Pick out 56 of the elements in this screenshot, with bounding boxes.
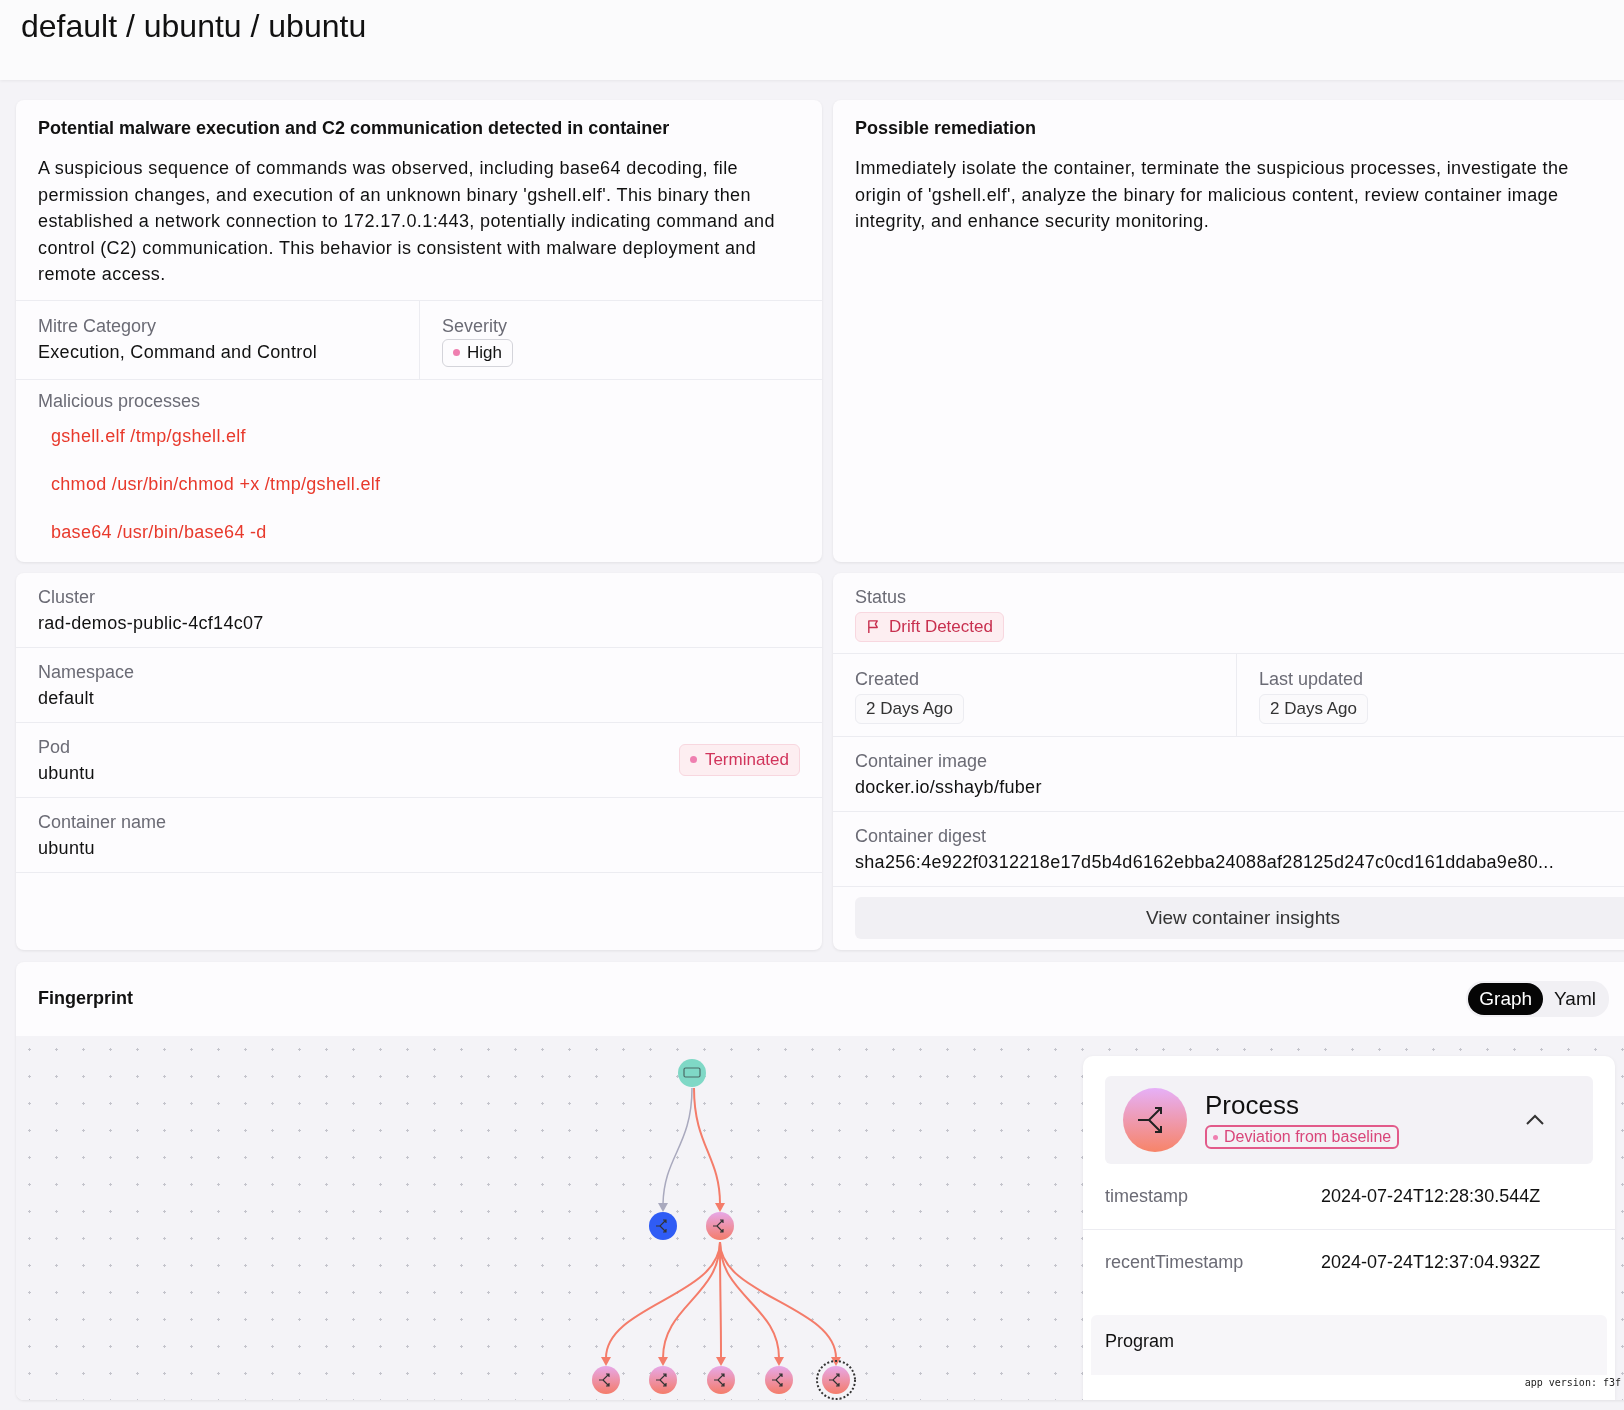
field-value: default [38, 686, 96, 710]
field-label: Container digest [855, 824, 988, 848]
field-value: ubuntu [38, 836, 96, 860]
process-node[interactable] [706, 1211, 734, 1240]
field-value: sha256:4e922f0312218e17d5b4d6162ebba24088af28125d247c0cd161ddaba9e80... [855, 850, 1554, 874]
field-label: Mitre Category [38, 314, 158, 338]
status-badge: Terminated [678, 743, 800, 776]
severity-badge: High [442, 338, 513, 367]
chevron-icon[interactable] [1525, 1113, 1545, 1126]
process-command: gshell.elf /tmp/gshell.elf [50, 424, 247, 446]
field-key: recentTimestamp [1105, 1251, 1321, 1273]
view-insights-button[interactable]: View container insights [855, 896, 1624, 939]
process-title: Process [1205, 1090, 1300, 1121]
date-chip: 2 Days Ago [855, 693, 964, 724]
remediation-title: Possible remediation [855, 118, 1038, 139]
process-command: base64 /usr/bin/base64 -d [50, 520, 268, 542]
breadcrumb-title: default / ubuntu / ubuntu [20, 7, 368, 45]
field-value: ubuntu [38, 761, 95, 785]
deviation-badge: Deviation from baseline [1205, 1125, 1400, 1149]
process-node[interactable] [592, 1365, 620, 1394]
status-text: Drift Detected [889, 616, 993, 637]
field-value: 2024-07-24T12:37:04.932Z [1321, 1251, 1541, 1273]
remediation-text: Immediately isolate the container, terminate the suspicious processes, investigate the origin of 'gshell.elf', analyze the binary for malicious content, review container image integrity, and enhance security monitoring. [855, 157, 1570, 233]
field-label: Container image [855, 749, 989, 773]
field-label: Cluster [38, 585, 96, 609]
terminal-node[interactable] [678, 1058, 706, 1087]
fingerprint-title: Fingerprint [38, 988, 133, 1009]
view-tab[interactable]: Graph [1468, 982, 1544, 1015]
flag-icon [866, 619, 881, 634]
view-tab[interactable]: Yaml [1543, 982, 1607, 1015]
field-label: Namespace [38, 660, 135, 684]
date-chip: 2 Days Ago [1259, 693, 1368, 724]
field-value: Execution, Command and Control [38, 340, 319, 364]
process-node[interactable] [649, 1211, 677, 1240]
section-title: Program [1105, 1330, 1175, 1351]
field-label: Severity [442, 314, 509, 338]
alert-title: Potential malware execution and C2 communication detected in container [38, 118, 671, 139]
app-version: app version: f3f [1524, 1376, 1621, 1388]
process-node[interactable] [649, 1365, 677, 1394]
field-value: 2024-07-24T12:28:30.544Z [1321, 1185, 1541, 1207]
process-node[interactable] [707, 1365, 735, 1394]
selection-ring [816, 1359, 856, 1400]
field-label: Status [855, 585, 908, 609]
process-icon [1123, 1087, 1187, 1152]
alert-description: A suspicious sequence of commands was observed, including base64 decoding, file permission changes, and execution of an unknown binary 'gshell.elf'. This binary then established a network connection to 172.17.0.1:443, potentially indicating command and control (C2) communication. This behavior is consistent with malware deployment and remote access. [38, 157, 776, 286]
process-node[interactable] [765, 1365, 793, 1394]
field-value: docker.io/sshayb/fuber [855, 775, 1042, 799]
field-label: Last updated [1259, 667, 1365, 691]
process-node[interactable] [822, 1365, 850, 1394]
process-command: chmod /usr/bin/chmod +x /tmp/gshell.elf [50, 472, 382, 494]
field-label: Container name [38, 810, 167, 834]
field-value: rad-demos-public-4cf14c07 [38, 611, 264, 635]
field-label: Created [855, 667, 921, 691]
field-key: timestamp [1105, 1185, 1321, 1207]
field-label: Pod [38, 735, 72, 759]
field-label: Malicious processes [38, 389, 202, 413]
